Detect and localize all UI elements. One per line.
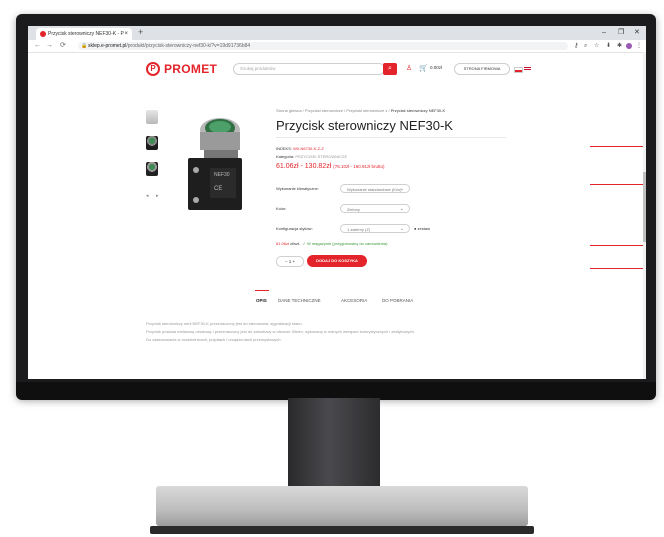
close-window-button[interactable]: ✕ (634, 26, 640, 40)
divider (276, 137, 506, 138)
lock-icon: 🔒 (81, 43, 88, 49)
scrollbar[interactable] (643, 52, 646, 379)
extensions-icon[interactable]: ✱ (617, 40, 622, 52)
price-gross: (75.10zł - 160.91zł brutto) (333, 164, 385, 169)
stock-price: 61.06zł (276, 241, 289, 246)
download-icon[interactable]: ⬇ (606, 40, 611, 52)
tab-do-pobrania[interactable]: DO POBRANIA (382, 298, 413, 303)
product-thumbnail-1[interactable] (146, 110, 158, 124)
user-icon[interactable]: ♙ (406, 64, 412, 72)
back-icon[interactable]: ← (34, 40, 41, 52)
price-net: 61.06zł - 130.82zł (276, 163, 332, 170)
address-url: sklep.e-promet.pl/produkt/przycisk-stero… (88, 43, 251, 49)
flag-pl-icon[interactable] (514, 67, 523, 73)
search-input[interactable]: Szukaj produktów (233, 63, 385, 75)
maximize-button[interactable]: ❐ (618, 26, 624, 40)
option-label-color: Kolor: (276, 206, 287, 211)
active-tab-indicator (255, 290, 269, 291)
monitor-stand-neck (288, 398, 380, 488)
tab-opis[interactable]: OPIS (256, 298, 267, 303)
description-line: Przycisk sterowniczy serii NEF30-K przez… (146, 321, 303, 326)
menu-dots-icon[interactable]: ⋮ (636, 40, 642, 52)
index-value: W0-N6730-K-Z-Z (293, 146, 324, 151)
favicon-icon (40, 31, 46, 37)
index-label: INDEKS: (276, 146, 293, 151)
description-line: Przycisk posiada metalową obudowę i prze… (146, 329, 416, 334)
scrollbar-thumb[interactable] (643, 172, 646, 242)
breadcrumb: Strona główna / Przyciski sterownicze / … (276, 108, 445, 113)
pointer-line (590, 184, 646, 185)
browser-toolbar: ← → ⟳ 🔒 sklep.e-promet.pl/produkt/przyci… (28, 40, 646, 53)
zoom-icon[interactable]: ⌕ (584, 40, 587, 52)
chevron-down-icon: ⌄ (399, 186, 404, 192)
set-label: ● zestaw (414, 226, 430, 231)
breadcrumb-path[interactable]: Strona główna / Przyciski sterownicze / … (276, 108, 391, 113)
star-icon[interactable]: ☆ (594, 40, 599, 52)
product-title: Przycisk sterowniczy NEF30-K (276, 118, 453, 133)
category-label: Kategoria: (276, 154, 295, 159)
option-label-contacts: Konfiguracja styków: (276, 226, 313, 231)
search-icon: ⌕ (388, 65, 392, 72)
product-thumbnail-2[interactable] (146, 136, 158, 150)
promet-logo-text[interactable]: PROMET (164, 62, 217, 76)
search-button[interactable]: ⌕ (383, 63, 397, 75)
pointer-line (590, 245, 646, 246)
profile-avatar[interactable] (626, 43, 632, 49)
option-value-contacts: 1 zwierny (Z) (347, 227, 371, 232)
breadcrumb-current: Przycisk sterowniczy NEF30-K (390, 108, 446, 113)
stock-info: 61.06zł zł/szt. ✓ W magazynie (przygotow… (276, 241, 387, 246)
quantity-stepper[interactable]: − 1 + (276, 256, 304, 267)
screen: Przycisk sterowniczy NEF30-K - P × + – ❐… (28, 26, 646, 379)
tab-dane-techniczne[interactable]: DANE TECHNICZNE (278, 298, 321, 303)
svg-text:NEF30: NEF30 (214, 172, 230, 178)
svg-text:CE: CE (214, 186, 222, 192)
monitor-stand-shadow (150, 526, 534, 534)
option-value-climatic: Wykonanie standardowe (Ki/o) (347, 187, 402, 192)
key-icon[interactable]: ⚷ (574, 40, 578, 52)
chevron-down-icon: ⌄ (399, 226, 404, 232)
add-to-cart-button[interactable]: DODAJ DO KOSZYKA (307, 255, 367, 267)
pointer-line (590, 268, 646, 269)
stock-status: ✓ W magazynie (przygotowany do zamówieni… (302, 241, 388, 246)
option-label-climatic: Wykonanie klimatyczne: (276, 186, 319, 191)
option-select-color[interactable]: Zielony ⌄ (340, 204, 410, 213)
thumbnail-next-icon[interactable]: ▸ (156, 193, 159, 199)
qty-minus-button[interactable]: − (285, 259, 288, 264)
site-header: P PROMET Szukaj produktów ⌕ ♙ 🛒 0.00zł S… (28, 53, 646, 81)
main-page-button[interactable]: STRONA FIRMOWA (454, 63, 510, 75)
cart-icon[interactable]: 🛒 (419, 64, 428, 72)
address-bar[interactable]: 🔒 sklep.e-promet.pl/produkt/przycisk-ste… (78, 42, 568, 50)
cart-amount: 0.00zł (430, 65, 443, 70)
browser-tab[interactable]: Przycisk sterowniczy NEF30-K - P × (36, 28, 132, 40)
chevron-down-icon: ⌄ (399, 206, 404, 212)
product-main-image: NEF30 CE (188, 118, 242, 210)
monitor-stand-base (156, 486, 528, 526)
option-value-color: Zielony (347, 207, 360, 212)
category-value[interactable]: PRZYCISKI STEROWNICZE (295, 154, 347, 159)
pointer-line (590, 146, 646, 147)
stock-unit: zł/szt. (290, 241, 301, 246)
description-line: Do zastosowania w rozdzielnicach, pulpit… (146, 337, 282, 342)
promet-logo-icon[interactable]: P (146, 62, 160, 76)
tab-akcesoria[interactable]: AKCESORIA (341, 298, 367, 303)
thumbnail-prev-icon[interactable]: ◂ (146, 193, 149, 199)
search-placeholder: Szukaj produktów (240, 66, 276, 71)
forward-icon[interactable]: → (46, 40, 53, 52)
minimize-button[interactable]: – (602, 26, 606, 40)
product-index: INDEKS: W0-N6730-K-Z-Z (276, 146, 324, 151)
browser-tabbar: Przycisk sterowniczy NEF30-K - P × + – ❐… (28, 26, 646, 40)
product-thumbnail-3[interactable] (146, 162, 158, 176)
qty-value[interactable]: 1 (289, 259, 292, 264)
reload-icon[interactable]: ⟳ (60, 40, 66, 52)
product-category: Kategoria: PRZYCISKI STEROWNICZE (276, 154, 347, 159)
product-price: 61.06zł - 130.82zł (75.10zł - 160.91zł b… (276, 163, 385, 170)
tab-close-icon[interactable]: × (124, 28, 128, 40)
option-select-contacts[interactable]: 1 zwierny (Z) ⌄ (340, 224, 410, 233)
new-tab-button[interactable]: + (138, 27, 143, 37)
qty-plus-button[interactable]: + (293, 259, 296, 264)
tab-title: Przycisk sterowniczy NEF30-K - P (48, 31, 124, 37)
flag-en-icon[interactable] (524, 67, 531, 71)
option-select-climatic[interactable]: Wykonanie standardowe (Ki/o) ⌄ (340, 184, 410, 193)
